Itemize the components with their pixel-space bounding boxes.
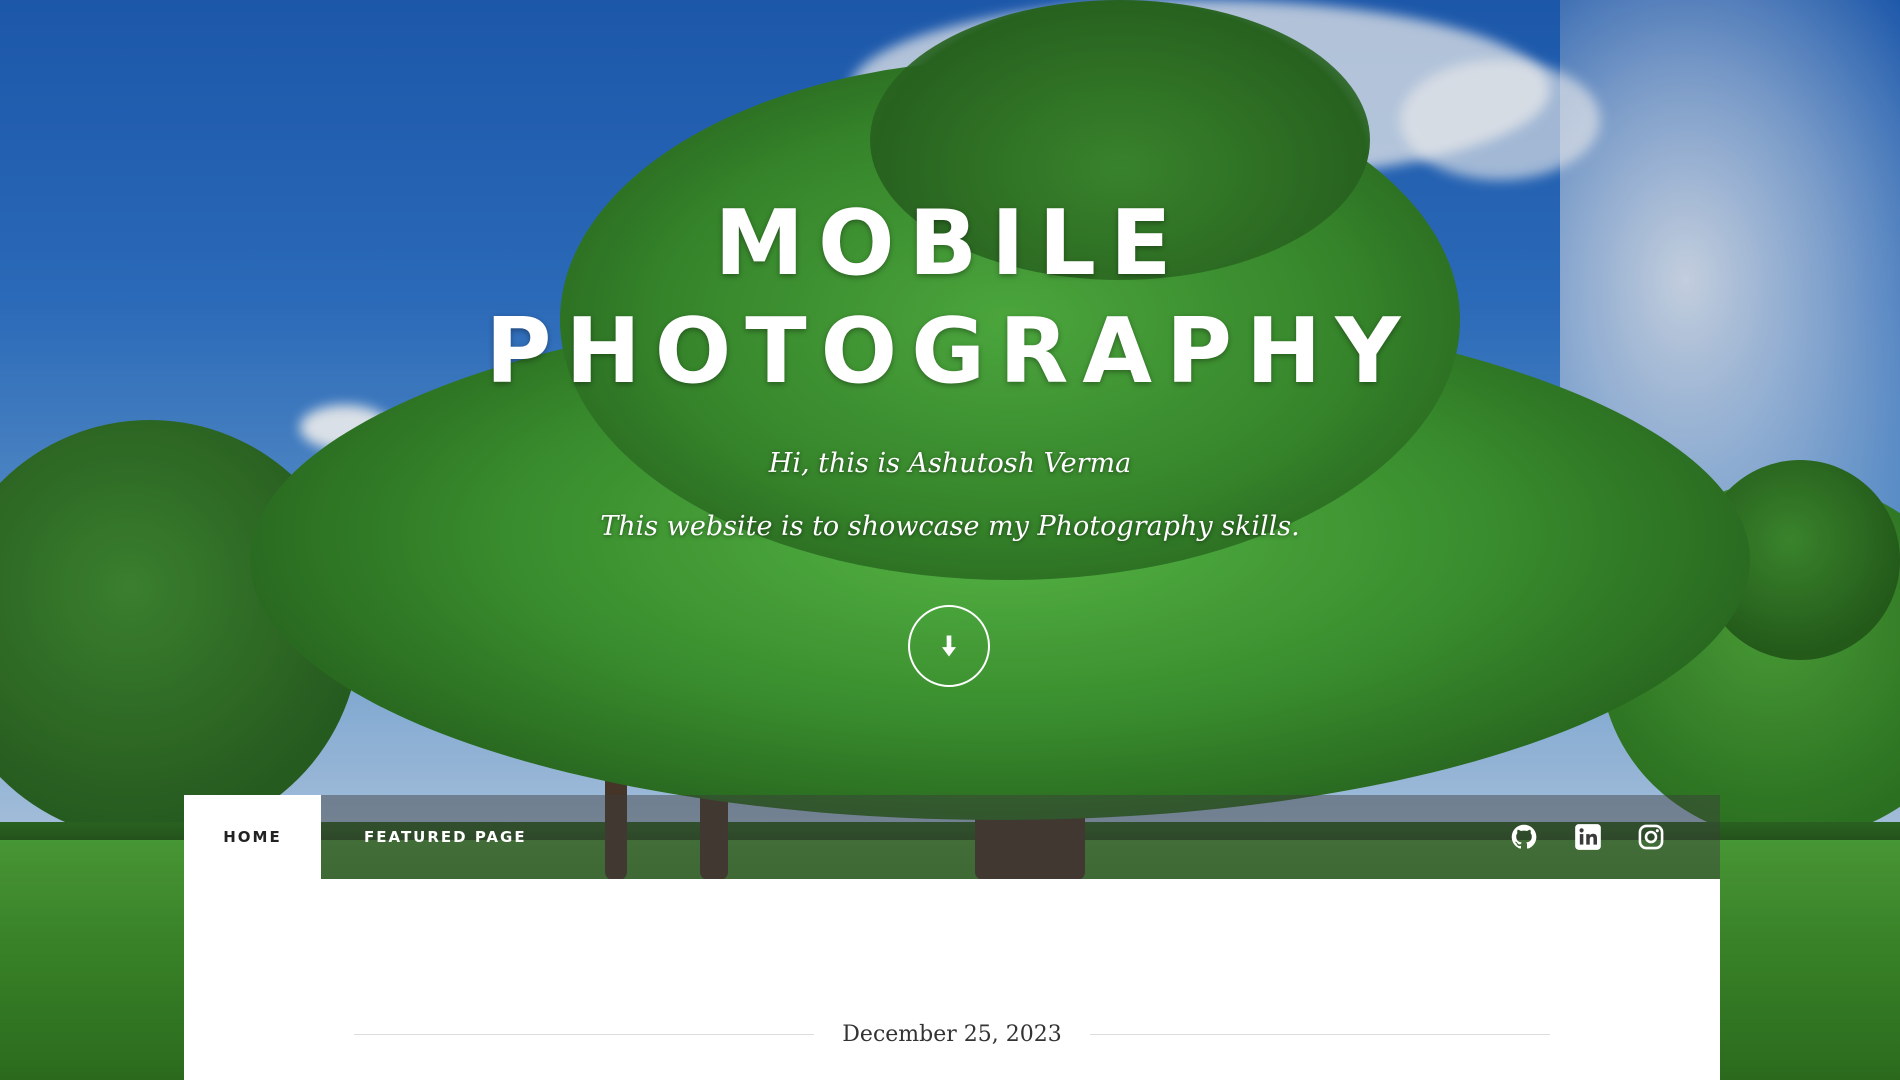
post-date-row: December 25, 2023 bbox=[354, 1019, 1551, 1049]
github-icon bbox=[1511, 824, 1537, 849]
site-title[interactable]: MOBILE PHOTOGRAPHY bbox=[0, 190, 1900, 406]
divider bbox=[1089, 1033, 1551, 1035]
site-title-line1[interactable]: MOBILE bbox=[0, 190, 1900, 298]
main-navigation: HOME FEATURED PAGE bbox=[184, 795, 1720, 879]
site-title-line2[interactable]: PHOTOGRAPHY bbox=[0, 298, 1900, 406]
nav-item-home[interactable]: HOME bbox=[184, 795, 321, 879]
content-area: December 25, 2023 bbox=[184, 879, 1720, 1080]
instagram-link[interactable] bbox=[1637, 795, 1665, 879]
scroll-down-button[interactable] bbox=[908, 605, 990, 687]
nav-item-featured-page[interactable]: FEATURED PAGE bbox=[364, 795, 527, 879]
instagram-icon bbox=[1638, 824, 1664, 850]
linkedin-icon bbox=[1575, 824, 1601, 850]
github-link[interactable] bbox=[1510, 795, 1538, 879]
site-greeting: Hi, this is Ashutosh Verma bbox=[768, 448, 1132, 479]
divider bbox=[354, 1033, 815, 1035]
arrow-down-icon bbox=[942, 635, 956, 657]
linkedin-link[interactable] bbox=[1574, 795, 1602, 879]
site-tagline: This website is to showcase my Photograp… bbox=[600, 511, 1300, 542]
post-date[interactable]: December 25, 2023 bbox=[814, 1022, 1089, 1047]
